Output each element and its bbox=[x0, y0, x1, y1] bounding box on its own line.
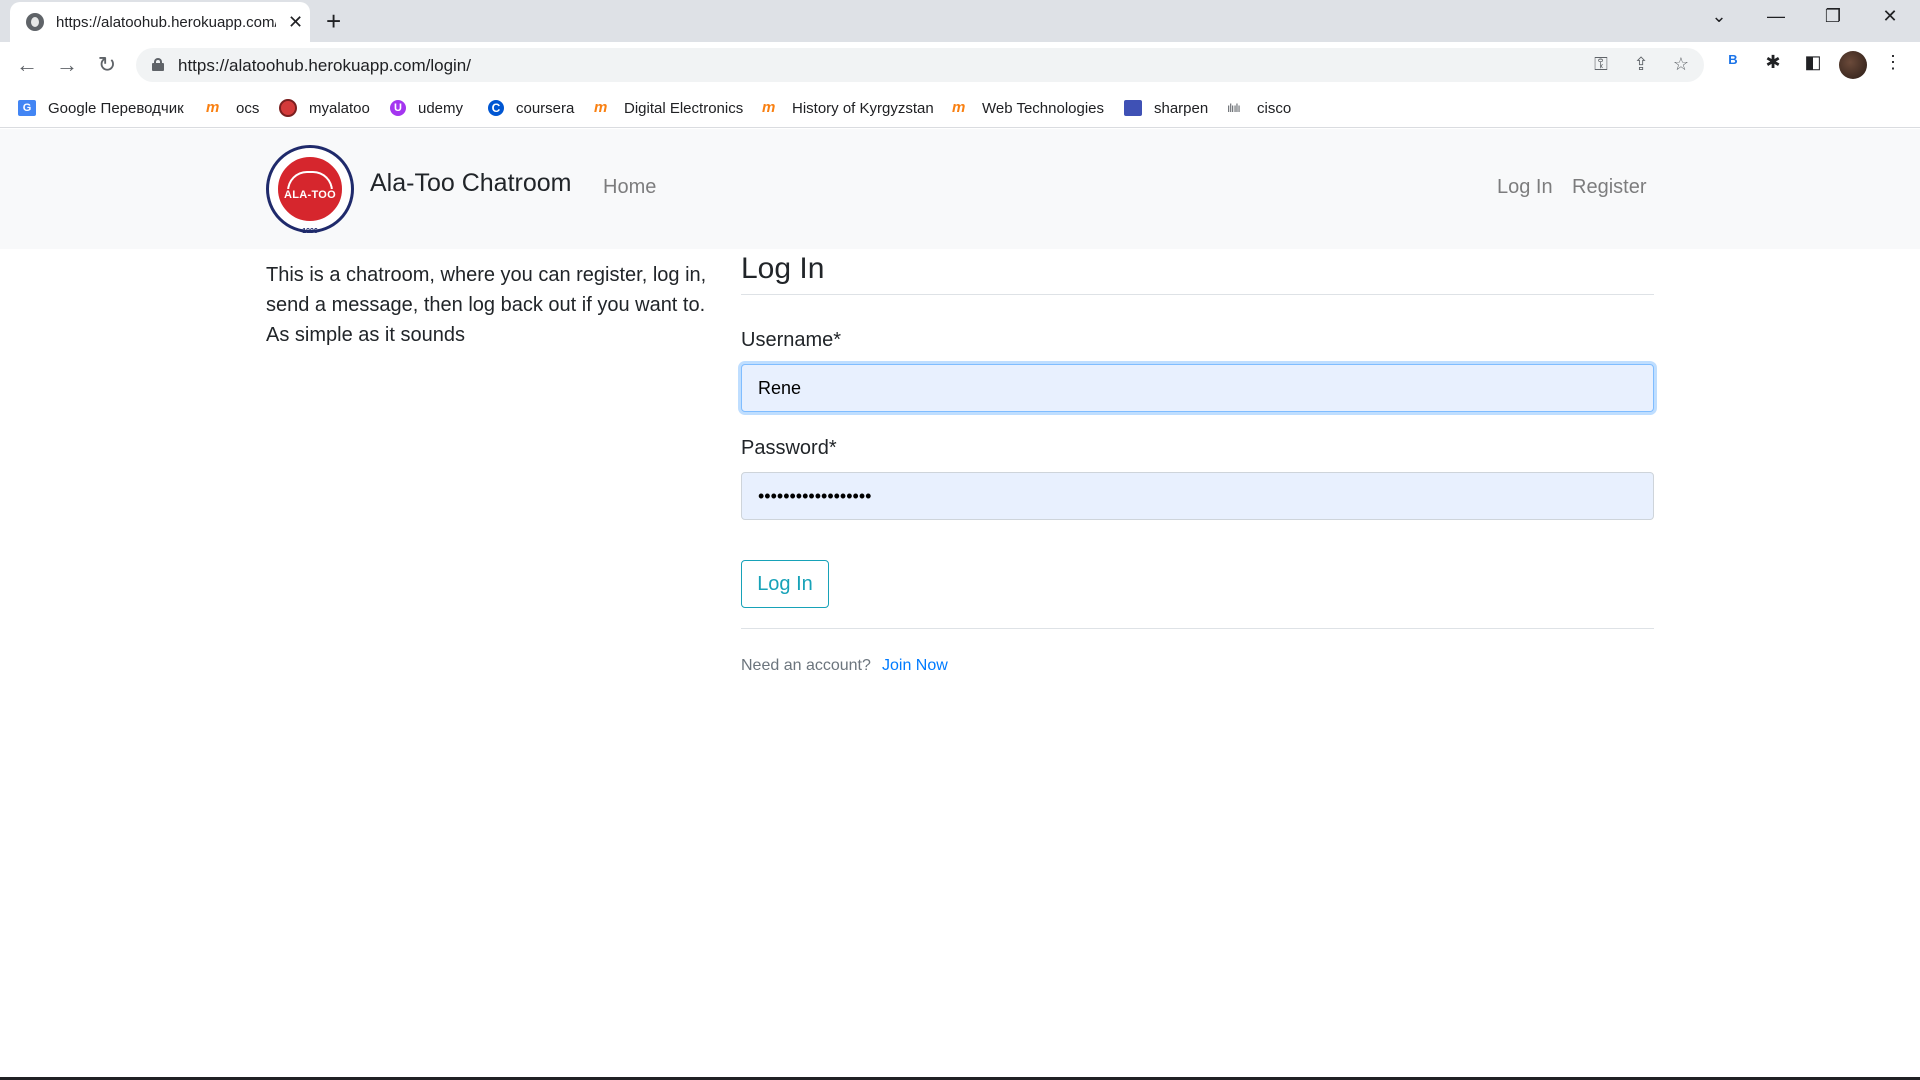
close-tab-icon[interactable]: ✕ bbox=[288, 12, 303, 33]
username-input[interactable] bbox=[741, 364, 1654, 412]
bookmark-label: Digital Electronics bbox=[624, 99, 744, 117]
bookmark-web-technologies[interactable]: m Web Technologies bbox=[952, 96, 1104, 120]
moodle-icon: m bbox=[762, 99, 776, 116]
logo-year: 1996 bbox=[302, 228, 318, 235]
bookmark-label: Google Переводчик bbox=[48, 99, 184, 117]
bookmark-myalatoo[interactable]: myalatoo bbox=[279, 96, 370, 120]
forward-icon[interactable]: → bbox=[52, 50, 82, 80]
bookmark-sharpen[interactable]: sharpen bbox=[1124, 96, 1208, 120]
tab-title: https://alatoohub.herokuapp.com/login/ bbox=[56, 13, 276, 31]
bookmark-label: cisco bbox=[1257, 99, 1292, 117]
cisco-icon: ılıılı bbox=[1227, 101, 1241, 115]
globe-logo-icon bbox=[287, 171, 333, 191]
nav-home-link[interactable]: Home bbox=[603, 176, 656, 199]
globe-icon bbox=[26, 13, 44, 31]
new-tab-button[interactable]: + bbox=[326, 8, 341, 34]
translate-icon: G bbox=[18, 100, 36, 116]
lock-icon[interactable] bbox=[152, 58, 164, 71]
bookmark-ocs[interactable]: m ocs bbox=[206, 96, 259, 120]
brand-title[interactable]: Ala-Too Chatroom bbox=[370, 169, 571, 198]
login-submit-button[interactable]: Log In bbox=[741, 560, 829, 608]
bookmark-coursera[interactable]: C coursera bbox=[488, 96, 574, 120]
intro-text: This is a chatroom, where you can regist… bbox=[266, 264, 707, 346]
close-window-icon[interactable]: ✕ bbox=[1870, 6, 1910, 27]
url-text[interactable]: https://alatoohub.herokuapp.com/login/ bbox=[178, 56, 471, 76]
star-icon[interactable]: ☆ bbox=[1668, 54, 1694, 75]
avatar[interactable] bbox=[1839, 51, 1867, 79]
address-bar[interactable]: https://alatoohub.herokuapp.com/login/ ⚿… bbox=[136, 48, 1704, 82]
extensions-icon[interactable]: ✱ bbox=[1760, 52, 1786, 73]
ala-too-logo[interactable]: ALA-TOO 1996 bbox=[266, 145, 354, 235]
need-account-text: Need an account? bbox=[741, 657, 871, 674]
bookmark-google-translate[interactable]: G Google Переводчик bbox=[18, 96, 184, 120]
join-now-link[interactable]: Join Now bbox=[882, 657, 948, 675]
side-panel-icon[interactable]: ◧ bbox=[1800, 52, 1826, 73]
bookmarks-bar: G Google Переводчик m ocs myalatoo U ude… bbox=[0, 88, 1920, 128]
coursera-icon: C bbox=[488, 100, 504, 116]
restore-icon[interactable]: ❐ bbox=[1813, 6, 1853, 27]
moodle-icon: m bbox=[594, 99, 608, 116]
form-legend: Log In bbox=[741, 253, 1654, 295]
bookmark-label: sharpen bbox=[1154, 99, 1209, 117]
moodle-icon: m bbox=[952, 99, 966, 116]
bookmark-cisco[interactable]: ılıılı cisco bbox=[1227, 96, 1291, 120]
share-icon[interactable]: ⇪ bbox=[1628, 54, 1654, 75]
minimize-icon[interactable]: — bbox=[1756, 6, 1796, 27]
browser-toolbar: ← → ↻ https://alatoohub.herokuapp.com/lo… bbox=[0, 42, 1920, 88]
bookmark-label: udemy bbox=[418, 99, 464, 117]
browser-tab[interactable]: https://alatoohub.herokuapp.com/login/ ✕ bbox=[10, 2, 310, 42]
bookmark-udemy[interactable]: U udemy bbox=[390, 96, 463, 120]
nav-login-link[interactable]: Log In bbox=[1497, 176, 1553, 199]
bookmark-label: myalatoo bbox=[309, 99, 370, 117]
moodle-icon: m bbox=[206, 99, 220, 116]
menu-icon[interactable]: ⋮ bbox=[1880, 52, 1906, 73]
alatoo-icon bbox=[279, 99, 297, 117]
login-form: Log In Username* Password* Log In Need a… bbox=[741, 253, 1654, 674]
bookmark-digital-electronics[interactable]: m Digital Electronics bbox=[594, 96, 743, 120]
bookmark-label: ocs bbox=[236, 99, 260, 117]
bookmark-history-of-kyrgyzstan[interactable]: m History of Kyrgyzstan bbox=[762, 96, 934, 120]
back-icon[interactable]: ← bbox=[12, 50, 42, 80]
profile-badge-icon[interactable]: B bbox=[1720, 52, 1746, 67]
password-label: Password* bbox=[741, 437, 837, 459]
password-input[interactable] bbox=[741, 472, 1654, 520]
logo-text: ALA-TOO bbox=[283, 189, 336, 201]
sharpen-icon bbox=[1124, 100, 1142, 116]
bookmark-label: Web Technologies bbox=[982, 99, 1105, 117]
form-divider bbox=[741, 628, 1654, 629]
username-label: Username* bbox=[741, 329, 842, 351]
udemy-icon: U bbox=[390, 100, 406, 116]
site-navbar: ALA-TOO 1996 Ala-Too Chatroom Home Log I… bbox=[0, 129, 1920, 249]
key-icon[interactable]: ⚿ bbox=[1588, 54, 1614, 75]
bookmark-label: coursera bbox=[516, 99, 575, 117]
bookmark-label: History of Kyrgyzstan bbox=[792, 99, 934, 117]
tab-search-icon[interactable]: ⌄ bbox=[1699, 6, 1739, 27]
reload-icon[interactable]: ↻ bbox=[92, 50, 122, 80]
browser-tab-strip: https://alatoohub.herokuapp.com/login/ ✕… bbox=[0, 0, 1920, 42]
nav-register-link[interactable]: Register bbox=[1572, 176, 1646, 199]
